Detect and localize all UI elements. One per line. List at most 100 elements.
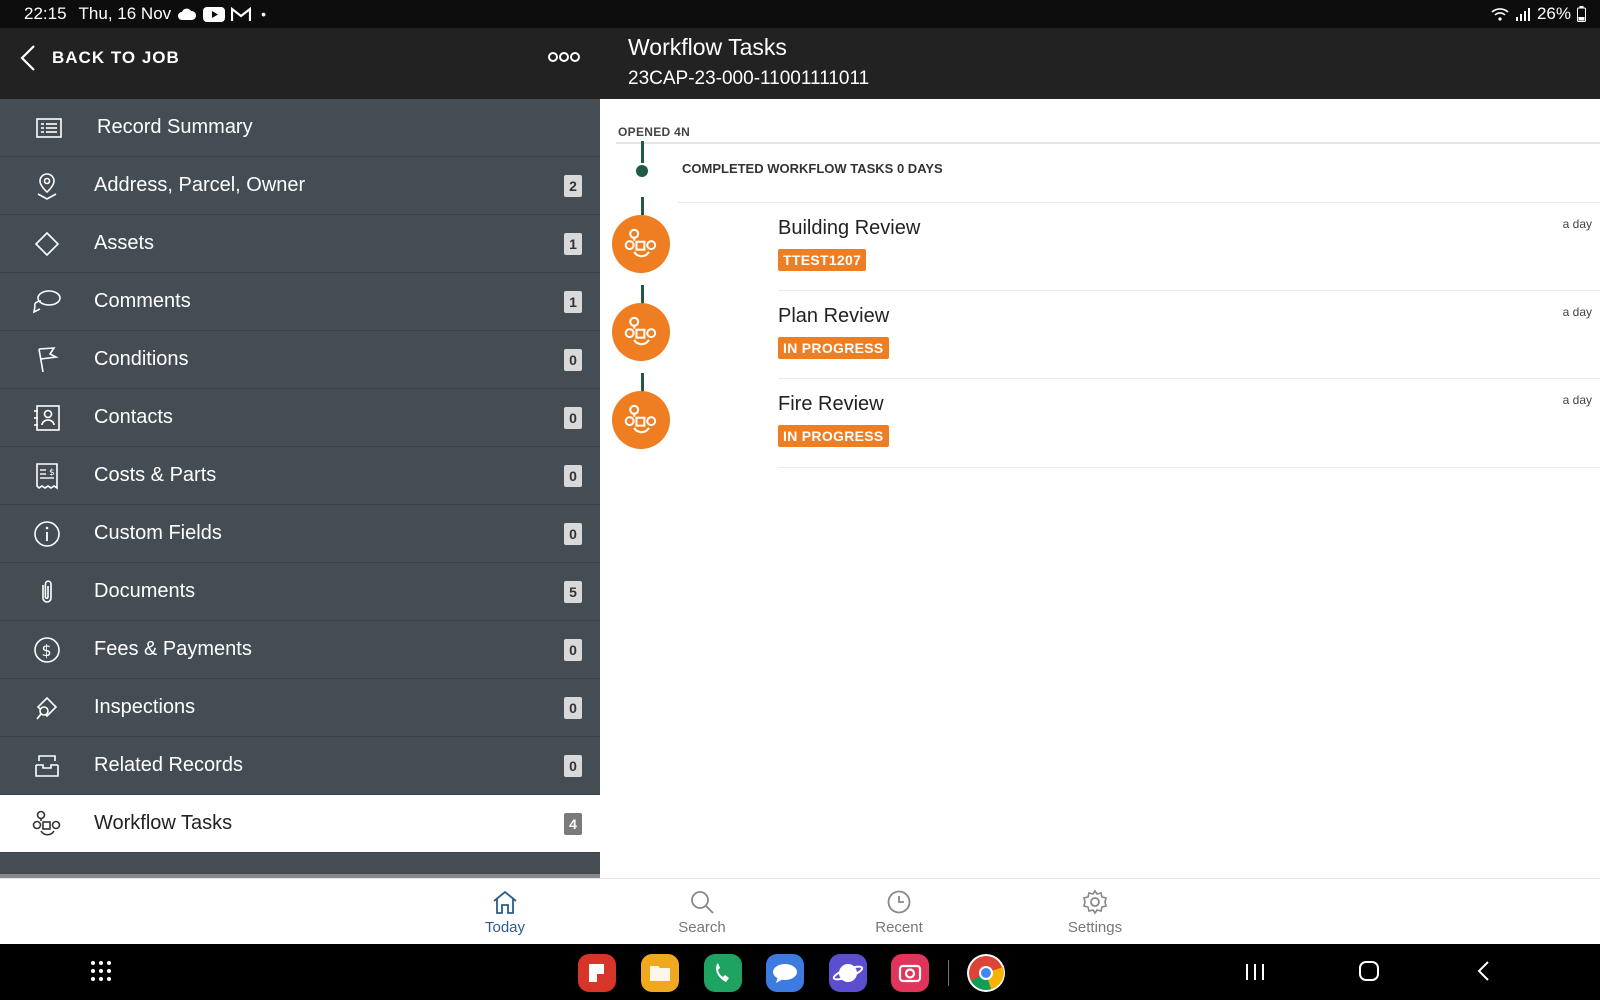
planet-icon: [832, 964, 864, 982]
timeline-top-divider: [616, 142, 1600, 144]
timeline-dot: [636, 165, 648, 177]
task-name: Building Review: [778, 217, 921, 239]
battery-percent: 26%: [1536, 4, 1571, 23]
tab-recent[interactable]: Recent: [849, 889, 949, 936]
tab-settings[interactable]: Settings: [1045, 889, 1145, 936]
sidebar-item-label: Record Summary: [97, 116, 253, 138]
count-badge: 0: [564, 639, 582, 661]
clock-icon: [887, 890, 911, 914]
sidebar-item-contacts[interactable]: Contacts 0: [0, 389, 600, 447]
sidebar-item-costs-parts[interactable]: $ Costs & Parts 0: [0, 447, 600, 505]
workflow-task-building-review[interactable]: Building Review TTEST1207 a day: [600, 199, 1600, 287]
sidebar-item-workflow-tasks[interactable]: Workflow Tasks 4: [0, 795, 600, 853]
cloud-icon: [178, 8, 197, 20]
sidebar-item-address[interactable]: Address, Parcel, Owner 2: [0, 157, 600, 215]
count-badge: 0: [564, 697, 582, 719]
sidebar-item-assets[interactable]: Assets 1: [0, 215, 600, 273]
sidebar-item-label: Contacts: [94, 406, 173, 428]
count-badge: 0: [564, 407, 582, 429]
workflow-icon: [624, 404, 657, 434]
signal-icon: [1515, 8, 1530, 21]
task-status-badge: IN PROGRESS: [778, 337, 889, 359]
status-date: Thu, 16 Nov: [78, 4, 172, 23]
task-time: a day: [1562, 393, 1592, 407]
sidebar-item-related-records[interactable]: Related Records 0: [0, 737, 600, 795]
sidebar-item-label: Documents: [94, 580, 196, 602]
search-icon: [691, 891, 714, 914]
sidebar-item-label: Conditions: [94, 348, 189, 370]
flags-icon: [38, 347, 59, 373]
diamond-icon: [34, 231, 60, 257]
task-status-badge: TTEST1207: [778, 249, 867, 271]
sidebar-item-label: Assets: [94, 232, 155, 254]
sidebar-item-label: Related Records: [94, 754, 243, 776]
phone-app-icon[interactable]: [704, 954, 742, 992]
sidebar-item-record-summary[interactable]: Record Summary: [0, 99, 600, 157]
tab-label: Search: [678, 919, 726, 936]
internet-app-icon[interactable]: [829, 954, 867, 992]
home-button-icon[interactable]: [1358, 960, 1380, 982]
chat-bubbles-icon: [32, 290, 61, 314]
sidebar-item-label: Inspections: [94, 696, 196, 718]
tab-today[interactable]: Today: [455, 889, 555, 936]
dock-divider: [948, 960, 949, 986]
wifi-icon: [1491, 8, 1509, 21]
sidebar: Record Summary Address, Parcel, Owner 2 …: [0, 99, 600, 878]
workflow-icon: [624, 228, 657, 258]
gmail-icon: [231, 6, 252, 21]
task-time: a day: [1562, 217, 1592, 231]
recent-apps-icon[interactable]: [1244, 962, 1266, 982]
files-app-icon[interactable]: [641, 954, 679, 992]
status-bar: 22:15 Thu, 16 Nov • 26%: [0, 0, 1600, 28]
sidebar-item-comments[interactable]: Comments 1: [0, 273, 600, 331]
record-summary-icon: [36, 118, 62, 138]
sidebar-item-conditions[interactable]: Conditions 0: [0, 331, 600, 389]
record-id: 23CAP-23-000-11001111011: [628, 68, 870, 89]
back-button-icon[interactable]: [1476, 960, 1492, 982]
more-options-button[interactable]: [548, 50, 580, 68]
timeline-connector: [641, 141, 644, 163]
chrome-icon: [969, 956, 1004, 990]
sidebar-item-documents[interactable]: Documents 5: [0, 563, 600, 621]
paperclip-icon: [42, 580, 52, 603]
sidebar-item-fees-payments[interactable]: $ Fees & Payments 0: [0, 621, 600, 679]
message-bubble-icon: [773, 964, 797, 983]
phone-icon: [716, 963, 729, 982]
sidebar-item-inspections[interactable]: Inspections 0: [0, 679, 600, 737]
dot-icon: •: [261, 6, 267, 22]
sidebar-item-label: Workflow Tasks: [94, 812, 233, 834]
count-badge: 0: [564, 349, 582, 371]
workflow-task-plan-review[interactable]: Plan Review IN PROGRESS a day: [600, 287, 1600, 375]
task-circle: [612, 391, 670, 449]
workflow-task-fire-review[interactable]: Fire Review IN PROGRESS a day: [600, 375, 1600, 463]
svg-text:$: $: [42, 641, 52, 660]
app-red-icon[interactable]: [578, 954, 616, 992]
inbox-icon: [35, 755, 59, 777]
tab-search[interactable]: Search: [652, 889, 752, 936]
youtube-icon: [203, 6, 226, 22]
tab-label: Settings: [1067, 919, 1123, 936]
count-badge: 5: [564, 581, 582, 603]
receipt-icon: $: [36, 463, 58, 490]
divider: [778, 467, 1600, 468]
app-drawer-icon[interactable]: [90, 960, 112, 982]
camera-app-icon[interactable]: [891, 954, 929, 992]
sidebar-item-custom-fields[interactable]: Custom Fields 0: [0, 505, 600, 563]
svg-text:$: $: [49, 468, 55, 478]
count-badge: 2: [564, 175, 582, 197]
count-badge: 4: [564, 813, 582, 835]
count-badge: 0: [564, 465, 582, 487]
folder-icon: [650, 966, 670, 981]
back-to-job-button[interactable]: BACK TO JOB: [18, 44, 180, 72]
chevron-left-icon: [20, 45, 35, 71]
gear-icon: [1083, 889, 1107, 915]
chrome-app-icon[interactable]: [967, 954, 1005, 992]
opened-label: OPENED 4N: [618, 125, 691, 139]
messages-app-icon[interactable]: [766, 954, 804, 992]
home-icon: [493, 890, 517, 914]
task-name: Plan Review: [778, 305, 890, 327]
app-red-glyph: [589, 964, 604, 982]
dollar-icon: $: [34, 637, 60, 663]
task-time: a day: [1562, 305, 1592, 319]
tab-label: Today: [484, 919, 526, 936]
